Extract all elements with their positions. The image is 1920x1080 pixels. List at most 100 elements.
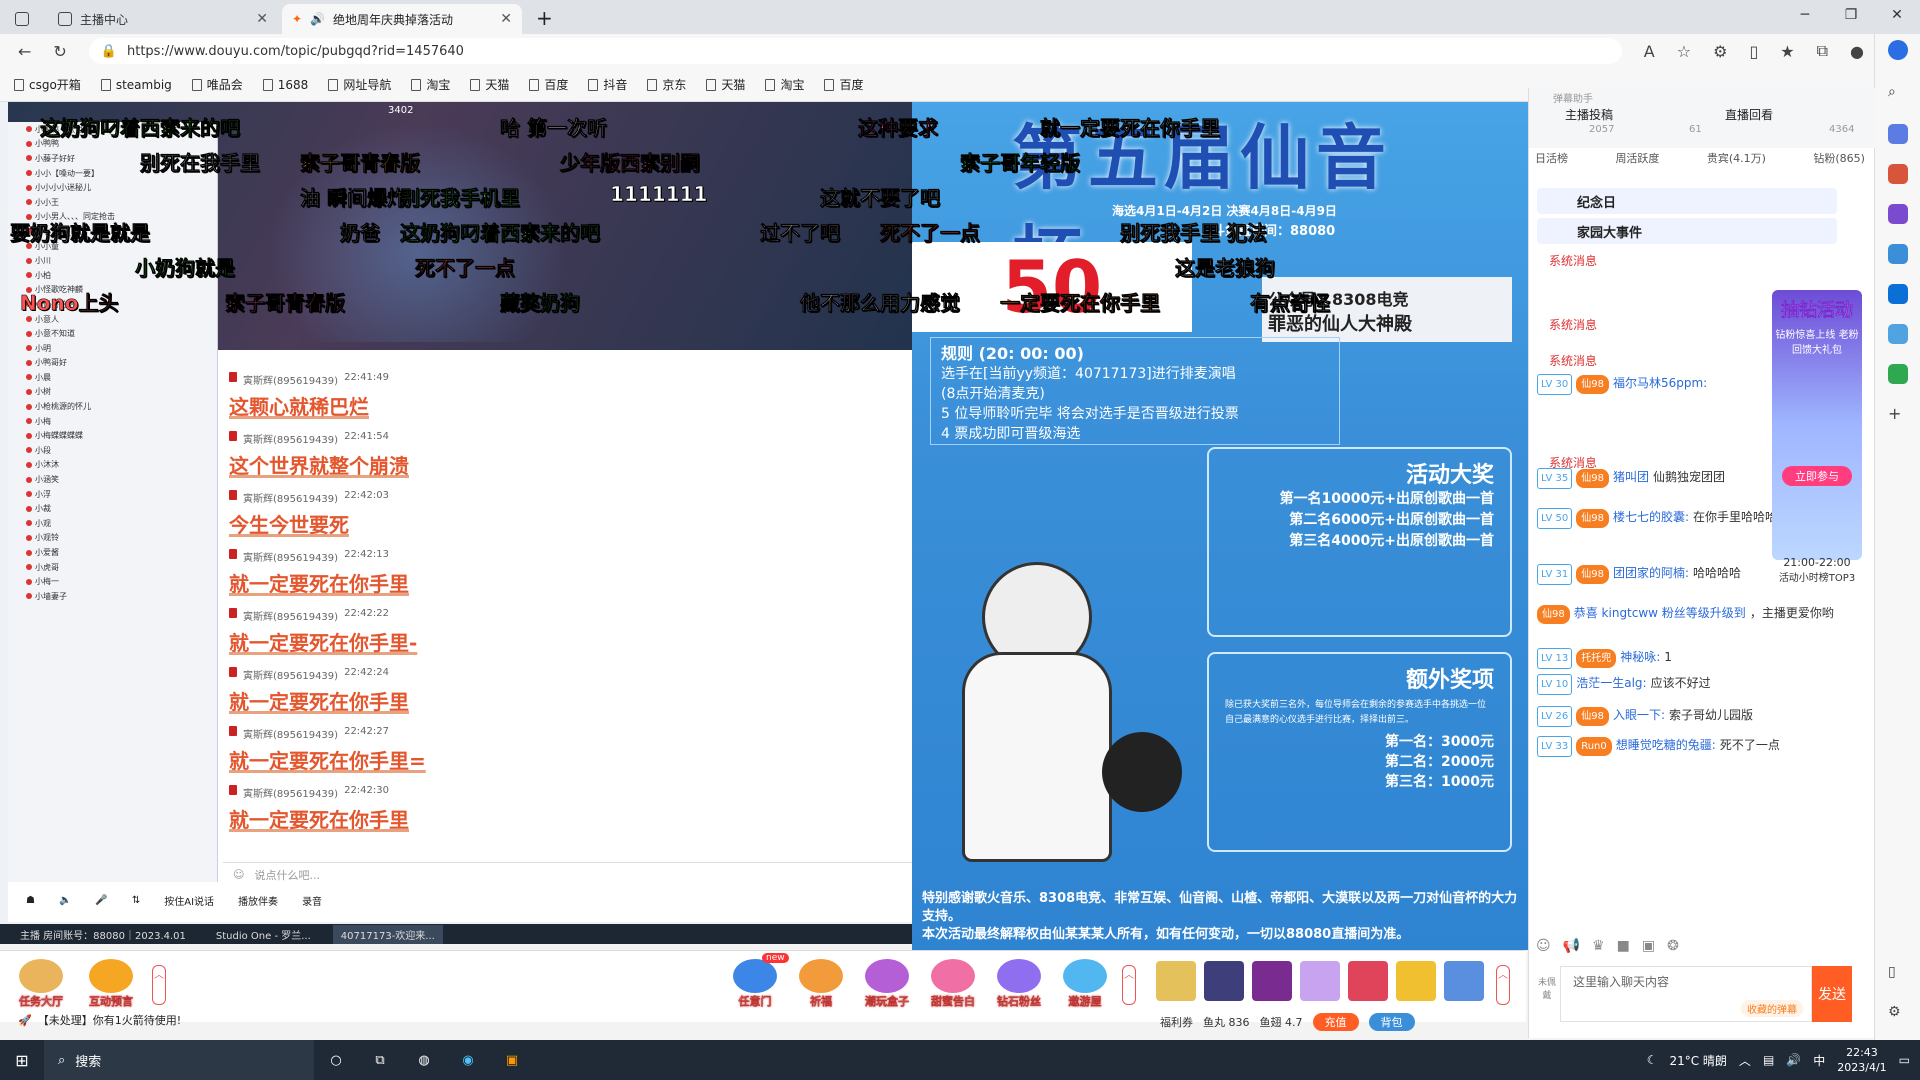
promo-card[interactable]: 抽钻活动 钻粉惊喜上线 老粉回馈大礼包 立即参与 21:00-22:00 活动小… — [1772, 290, 1862, 584]
read-aloud-icon[interactable]: A — [1644, 42, 1655, 61]
extensions-icon[interactable]: ⚙ — [1713, 42, 1727, 61]
tab-actions-icon[interactable] — [0, 4, 44, 34]
user-list-item[interactable]: 小梅 — [8, 414, 217, 429]
tab-replay[interactable]: 直播回看 — [1725, 106, 1773, 123]
bookmark[interactable]: 淘宝 — [765, 76, 804, 93]
notifications-icon[interactable]: ▭ — [1899, 1053, 1910, 1067]
avatar-icon[interactable]: ☗ — [26, 895, 35, 906]
predict-button[interactable]: 互动预言 — [86, 959, 136, 1009]
recharge-button[interactable]: 充值 — [1312, 1013, 1359, 1031]
volume-icon[interactable]: 🔈 — [59, 895, 71, 906]
audio-icon[interactable]: 🔊 — [310, 12, 325, 26]
refresh-icon[interactable]: ↻ — [53, 42, 66, 61]
outlook-icon[interactable] — [1888, 284, 1908, 304]
medal-icon[interactable]: ❂ — [1667, 938, 1679, 954]
ai-talk-button[interactable]: 按住AI说话 — [164, 893, 214, 908]
expand-icon[interactable]: ︿ — [1122, 965, 1136, 1005]
douyu-app-icon[interactable]: ▣ — [490, 1053, 534, 1068]
new-tab-icon[interactable]: + — [536, 6, 553, 30]
emoji-icon[interactable]: ☺ — [233, 868, 244, 881]
bookmark[interactable]: 百度 — [824, 76, 863, 93]
event-banner[interactable]: 家园大事件 — [1537, 218, 1837, 244]
user-list-item[interactable]: 小段 — [8, 443, 217, 458]
equalizer-icon[interactable]: ⇅ — [132, 895, 140, 906]
add-icon[interactable]: + — [1888, 404, 1908, 424]
gift-box-icon[interactable] — [1300, 961, 1340, 1001]
split-screen-icon[interactable]: ▯ — [1749, 42, 1758, 61]
volume-icon[interactable]: 🔊 — [1786, 1053, 1801, 1067]
app-icon[interactable]: ◍ — [402, 1053, 446, 1068]
tab-anchor-posts[interactable]: 主播投稿 — [1565, 106, 1613, 123]
accompaniment-button[interactable]: 播放伴奏 — [238, 893, 278, 908]
saved-danmaku-button[interactable]: 收藏的弹幕 — [1741, 1000, 1803, 1017]
gift-diamond-fan[interactable]: 钻石粉丝 — [994, 959, 1044, 1009]
bookmark[interactable]: steambig — [100, 78, 172, 92]
chat-username[interactable]: 浩茫一生alg: — [1576, 676, 1646, 690]
gift-pray[interactable]: 祈福 — [796, 959, 846, 1009]
tab-daily[interactable]: 日活榜 — [1535, 150, 1568, 166]
bookmark[interactable]: csgo开箱 — [14, 76, 81, 93]
stream-video[interactable]: 3402 小鸭鸭【张也】 小鸭鸭 小藤子好好 小小【嗓动一要】 小小小小迷秘儿 小小王 小小… — [0, 102, 1528, 950]
chat-username[interactable]: 团团家的阿楠: — [1613, 566, 1689, 580]
welfare-link[interactable]: 福利券 — [1160, 1014, 1193, 1030]
favorite-icon[interactable]: ☆ — [1677, 42, 1691, 61]
gift-castle-icon[interactable] — [1252, 961, 1292, 1001]
briefcase-icon[interactable] — [1888, 164, 1908, 184]
ime-indicator[interactable]: 中 — [1813, 1052, 1825, 1069]
chat-username[interactable]: 福尔马林56ppm: — [1613, 376, 1707, 390]
badge-icon[interactable]: ▣ — [1642, 938, 1655, 954]
bookmark[interactable]: 抖音 — [588, 76, 627, 93]
user-list-item[interactable]: 小梅一 — [8, 574, 217, 589]
gift-confess[interactable]: 甜蜜告白 — [928, 959, 978, 1009]
user-list-item[interactable]: 小墙妻子 — [8, 589, 217, 604]
emoji-icon[interactable]: ☺ — [1536, 938, 1551, 954]
unlogged-badge[interactable]: 未佩戴 — [1536, 975, 1558, 1001]
chat-username[interactable]: 恭喜 kingtcww 粉丝等级升级到 — [1574, 606, 1746, 620]
promo-join-button[interactable]: 立即参与 — [1782, 466, 1852, 486]
collections-icon[interactable]: ⧉ — [1817, 41, 1828, 61]
people-icon[interactable] — [1888, 204, 1908, 224]
expand-icon[interactable]: ︿ — [1496, 965, 1510, 1005]
weather-text[interactable]: 21°C 晴朗 — [1669, 1052, 1726, 1069]
user-list-item[interactable]: 小梅蝶蝶蝶蝶 — [8, 428, 217, 443]
windows-start-icon[interactable]: ⊞ — [0, 1051, 44, 1070]
mic-icon[interactable]: 🎤 — [95, 895, 107, 906]
gift-ticket-icon[interactable] — [1444, 961, 1484, 1001]
tag-icon[interactable] — [1888, 124, 1908, 144]
close-window-icon[interactable]: ✕ — [1874, 0, 1920, 30]
tab-activity[interactable]: ✦ 🔊 绝地周年庆典掉落活动 ✕ — [282, 4, 522, 34]
settings-icon[interactable]: ⚙ — [1888, 1004, 1908, 1024]
network-icon[interactable]: ▤ — [1763, 1053, 1774, 1067]
chat-username[interactable]: 入眼一下: — [1613, 708, 1665, 722]
user-list-item[interactable]: 小爱酱 — [8, 545, 217, 560]
bookmark[interactable]: 淘宝 — [411, 76, 450, 93]
gift-portal[interactable]: 任意门 — [730, 959, 780, 1009]
horn-icon[interactable]: 📢 — [1563, 938, 1580, 954]
gift-spaceship-icon[interactable] — [1204, 961, 1244, 1001]
minimize-icon[interactable]: ─ — [1782, 0, 1828, 30]
chat-username[interactable]: 神秘咏: — [1620, 650, 1660, 664]
anniversary-banner[interactable]: 纪念日 — [1537, 188, 1837, 214]
favorites-list-icon[interactable]: ★ — [1780, 42, 1794, 61]
profile-icon[interactable]: ● — [1850, 42, 1864, 61]
chat-username[interactable]: 猪叫团 — [1613, 470, 1649, 484]
gift-rocket-icon[interactable] — [1156, 961, 1196, 1001]
user-list-item[interactable]: 小虎哥 — [8, 560, 217, 575]
gift-travel[interactable]: 遨游屋 — [1060, 959, 1110, 1009]
cortana-icon[interactable]: ○ — [314, 1053, 358, 1068]
bookmark[interactable]: 天猫 — [470, 76, 509, 93]
send-icon[interactable] — [1888, 324, 1908, 344]
task-view-icon[interactable]: ⧉ — [358, 1053, 402, 1068]
close-tab-icon[interactable]: ✕ — [256, 11, 268, 27]
search-icon[interactable]: ⌕ — [1888, 84, 1908, 104]
gift-toybox[interactable]: 潮玩盒子 — [862, 959, 912, 1009]
back-icon[interactable]: ← — [18, 42, 31, 61]
record-button[interactable]: 录音 — [302, 893, 322, 908]
clock[interactable]: 22:43 2023/4/1 — [1837, 1045, 1886, 1075]
expand-icon[interactable]: ︿ — [152, 965, 166, 1005]
chat-message-input[interactable]: 这里输入聊天内容 收藏的弹幕 — [1560, 966, 1812, 1022]
user-list-item[interactable]: 小涵笑 — [8, 472, 217, 487]
bookmark[interactable]: 1688 — [262, 78, 308, 92]
task-hall-button[interactable]: 任务大厅 — [16, 959, 66, 1009]
chat-input[interactable]: ☺ 说点什么吧... — [223, 862, 913, 886]
